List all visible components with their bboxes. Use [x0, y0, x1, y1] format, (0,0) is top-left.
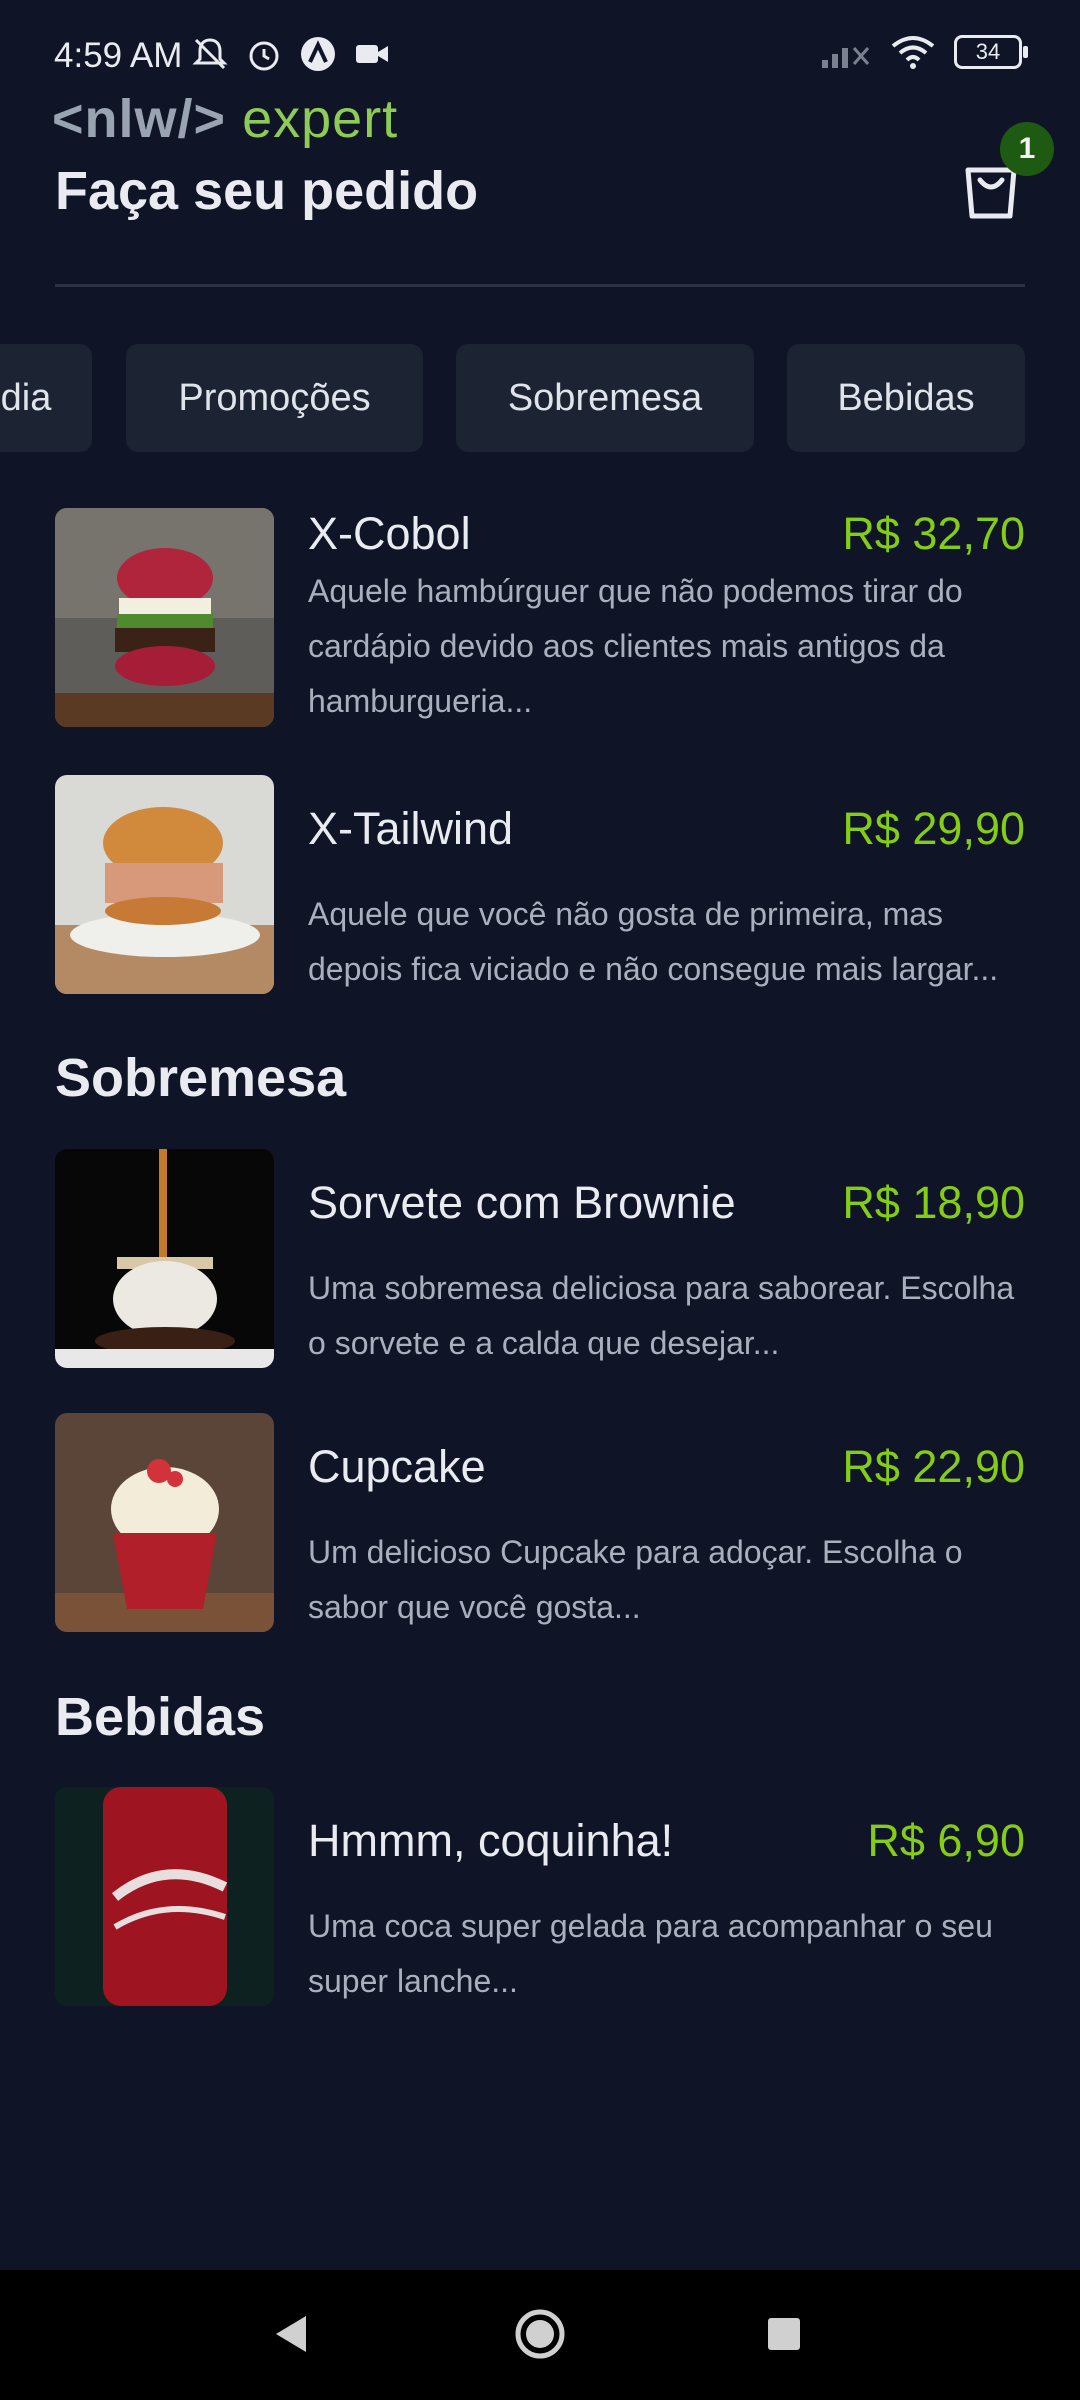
wifi-icon	[891, 36, 935, 69]
chip-sobremesa[interactable]: Sobremesa	[456, 344, 754, 452]
menu-item-sorvete-brownie[interactable]: Sorvete com Brownie R$ 18,90 Uma sobreme…	[55, 1149, 1025, 1371]
header-divider	[55, 284, 1025, 287]
item-image	[55, 1787, 274, 2006]
logo-prefix: <nlw/>	[52, 89, 227, 149]
item-image	[55, 1149, 274, 1368]
item-description: Um delicioso Cupcake para adoçar. Escolh…	[308, 1534, 963, 1625]
item-price: R$ 22,90	[842, 1441, 1025, 1492]
signal-icon	[822, 47, 870, 68]
menu-item-x-tailwind[interactable]: X-Tailwind R$ 29,90 Aquele que você não …	[55, 775, 1025, 997]
item-name: Sorvete com Brownie	[308, 1177, 736, 1228]
item-description: Uma sobremesa deliciosa para saborear. E…	[308, 1270, 1015, 1361]
item-price: R$ 32,70	[842, 508, 1025, 559]
item-price: R$ 6,90	[867, 1815, 1025, 1866]
app-a-icon	[298, 34, 338, 74]
item-name: Hmmm, coquinha!	[308, 1815, 674, 1866]
cart-count-badge: 1	[1000, 122, 1054, 176]
chip-bebidas[interactable]: Bebidas	[787, 344, 1025, 452]
item-price: R$ 29,90	[842, 803, 1025, 854]
back-triangle-icon	[276, 2316, 306, 2352]
item-price: R$ 18,90	[842, 1177, 1025, 1228]
menu-item-cupcake[interactable]: Cupcake R$ 22,90 Um delicioso Cupcake pa…	[55, 1413, 1025, 1635]
menu-item-x-cobol[interactable]: X-Cobol R$ 32,70 Aquele hambúrguer que n…	[55, 508, 1025, 730]
item-image	[55, 508, 274, 727]
menu-item-coquinha[interactable]: Hmmm, coquinha! R$ 6,90 Uma coca super g…	[55, 1787, 1025, 2009]
item-image	[55, 1413, 274, 1632]
status-notification-icons	[190, 34, 392, 74]
battery-indicator: 34	[954, 35, 1028, 69]
page-title: Faça seu pedido	[55, 161, 479, 221]
recents-button[interactable]	[754, 2304, 814, 2364]
system-nav-bar	[0, 2270, 1080, 2400]
item-description: Aquele hambúrguer que não podemos tirar …	[308, 573, 963, 719]
mute-bell-icon	[190, 34, 230, 74]
item-description: Aquele que você não gosta de primeira, m…	[308, 896, 999, 987]
alarm-icon	[244, 34, 284, 74]
item-description: Uma coca super gelada para acompanhar o …	[308, 1908, 993, 1999]
item-image	[55, 775, 274, 994]
home-button[interactable]	[510, 2304, 570, 2364]
category-chips[interactable]: dia Promoções Sobremesa Bebidas	[0, 344, 1080, 454]
video-camera-icon	[352, 34, 392, 74]
status-time: 4:59 AM	[54, 36, 183, 75]
chip-promocoes[interactable]: Promoções	[126, 344, 423, 452]
home-circle-icon	[515, 2309, 565, 2359]
back-button[interactable]	[262, 2304, 322, 2364]
item-name: X-Tailwind	[308, 803, 514, 854]
item-name: Cupcake	[308, 1441, 486, 1492]
section-heading-sobremesa: Sobremesa	[55, 1048, 347, 1108]
logo-word: expert	[242, 89, 399, 149]
section-heading-bebidas: Bebidas	[55, 1687, 266, 1747]
status-system-icons: 34	[820, 34, 1028, 70]
brand-logo: <nlw/> expert	[52, 88, 398, 150]
chip-dia[interactable]: dia	[0, 344, 92, 452]
recents-square-icon	[768, 2318, 800, 2350]
item-name: X-Cobol	[308, 508, 471, 559]
